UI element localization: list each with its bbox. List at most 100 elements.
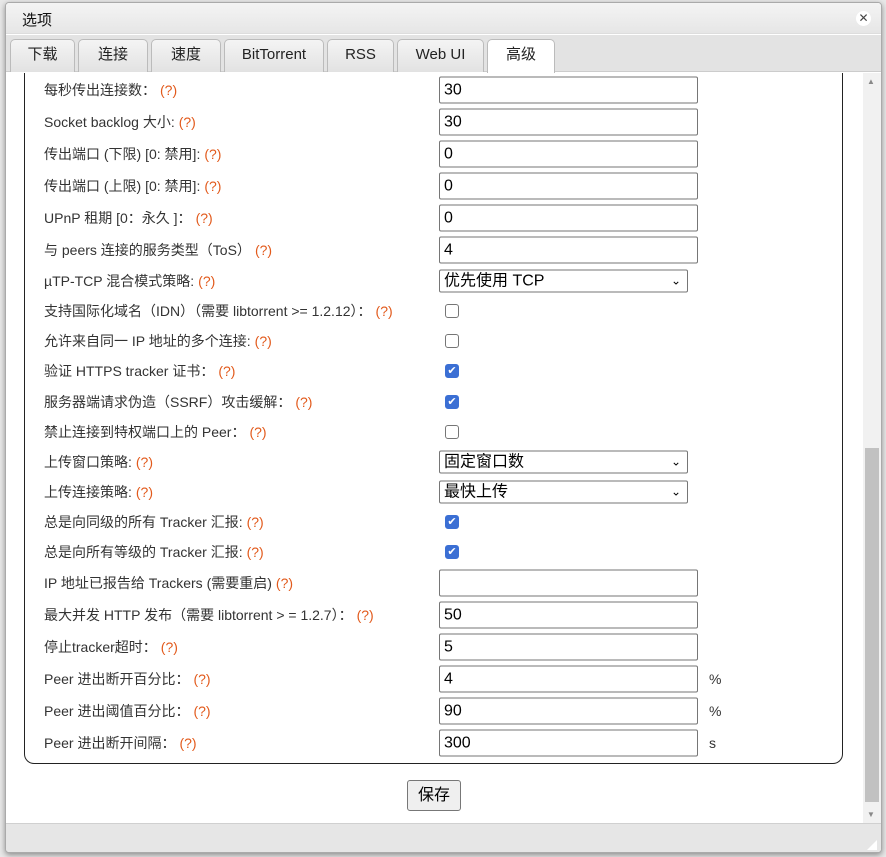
setting-row: 服务器端请求伪造（SSRF）攻击缓解： (?) ✔	[44, 387, 804, 417]
resize-grip-icon[interactable]	[867, 840, 877, 850]
setting-checkbox[interactable]: ✔	[445, 545, 459, 560]
select-value: 固定窗口数	[444, 453, 525, 471]
help-link[interactable]: (?)	[295, 394, 312, 410]
setting-label: Socket backlog 大小: (?)	[44, 112, 196, 132]
help-link[interactable]: (?)	[198, 273, 215, 289]
help-link[interactable]: (?)	[249, 424, 266, 440]
setting-row: Socket backlog 大小: (?)	[44, 106, 804, 138]
close-icon[interactable]: ✕	[856, 11, 871, 26]
setting-input[interactable]	[439, 665, 698, 693]
setting-input[interactable]	[439, 601, 698, 629]
scrollbar-thumb[interactable]	[865, 448, 879, 802]
chevron-down-icon: ⌄	[670, 484, 681, 499]
dialog-title: 选项	[22, 12, 53, 29]
tab-download[interactable]: 下载	[10, 39, 75, 72]
help-link[interactable]: (?)	[357, 607, 374, 623]
setting-label-text: 总是向同级的所有 Tracker 汇报:	[44, 513, 243, 530]
setting-label: 停止tracker超时： (?)	[44, 637, 178, 657]
help-link[interactable]: (?)	[179, 735, 196, 751]
setting-row: Peer 进出断开间隔：(?) s	[44, 727, 804, 759]
setting-label-text: µTP-TCP 混合模式策略:	[44, 272, 195, 289]
help-link[interactable]: (?)	[196, 210, 213, 226]
help-link[interactable]: (?)	[204, 178, 221, 194]
save-button[interactable]: 保存	[407, 780, 461, 811]
setting-checkbox[interactable]: ✔	[445, 514, 459, 529]
scroll-up-arrow-icon[interactable]: ▲	[867, 77, 875, 86]
chevron-down-icon: ⌄	[670, 454, 681, 469]
setting-row: µTP-TCP 混合模式策略: (?) 优先使用 TCP ⌄	[44, 266, 804, 296]
setting-select[interactable]: 最快上传 ⌄	[439, 480, 688, 504]
setting-row: IP 地址已报告给 Trackers (需要重启) (?)	[44, 567, 804, 599]
setting-input[interactable]	[439, 76, 698, 104]
setting-field	[439, 633, 698, 661]
help-link[interactable]: (?)	[218, 363, 235, 379]
advanced-settings-panel: 每秒传出连接数：(?)Socket backlog 大小:(?)传出端口 (下限…	[6, 73, 862, 823]
help-link[interactable]: (?)	[193, 671, 210, 687]
help-link[interactable]: (?)	[160, 82, 177, 98]
help-link[interactable]: (?)	[136, 454, 153, 470]
dialog-titlebar[interactable]: 选项 ✕	[6, 3, 881, 34]
setting-input[interactable]	[439, 172, 698, 200]
setting-select[interactable]: 优先使用 TCP ⌄	[439, 269, 688, 293]
help-link[interactable]: (?)	[204, 146, 221, 162]
select-value: 最快上传	[444, 483, 509, 501]
setting-label-text: Peer 进出断开间隔：	[44, 735, 176, 752]
tab-rss[interactable]: RSS	[327, 39, 394, 72]
setting-label: 上传连接策略: (?)	[44, 482, 153, 502]
setting-checkbox[interactable]	[445, 334, 459, 349]
setting-checkbox[interactable]	[445, 303, 459, 318]
setting-label-text: 每秒传出连接数：	[44, 82, 156, 98]
setting-row: 与 peers 连接的服务类型（ToS） (?)	[44, 234, 804, 266]
setting-input[interactable]	[439, 569, 698, 597]
scroll-down-arrow-icon[interactable]: ▼	[867, 810, 875, 819]
setting-label: 总是向所有等级的 Tracker 汇报: (?)	[44, 542, 264, 562]
setting-field	[439, 204, 698, 232]
setting-checkbox[interactable]	[445, 425, 459, 440]
tab-advanced[interactable]: 高级	[487, 39, 555, 73]
setting-field: ✔	[439, 545, 459, 560]
setting-input[interactable]	[439, 633, 698, 661]
help-link[interactable]: (?)	[179, 114, 196, 130]
setting-row: 最大并发 HTTP 发布（需要 libtorrent > = 1.2.7）： (?…	[44, 599, 804, 631]
scrollbar[interactable]: ▲ ▼	[863, 73, 881, 823]
help-link[interactable]: (?)	[247, 514, 264, 530]
setting-label: Peer 进出阈值百分比： (?)	[44, 701, 211, 721]
setting-input[interactable]	[439, 108, 698, 136]
setting-label: Peer 进出断开百分比： (?)	[44, 669, 211, 689]
setting-label: 传出端口 (上限) [0: 禁用]: (?)	[44, 176, 221, 196]
setting-checkbox[interactable]: ✔	[445, 394, 459, 409]
setting-label-text: Peer 进出断开百分比：	[44, 671, 190, 688]
help-link[interactable]: (?)	[161, 639, 178, 655]
setting-input[interactable]	[439, 236, 698, 264]
setting-label: 服务器端请求伪造（SSRF）攻击缓解： (?)	[44, 392, 312, 412]
tab-speed[interactable]: 速度	[151, 39, 221, 72]
help-link[interactable]: (?)	[255, 242, 272, 258]
tab-webui[interactable]: Web UI	[397, 39, 484, 72]
help-link[interactable]: (?)	[255, 333, 272, 349]
setting-label: µTP-TCP 混合模式策略: (?)	[44, 271, 215, 291]
setting-field: 固定窗口数 ⌄	[439, 450, 688, 474]
tab-bar: 下载 连接 速度 BitTorrent RSS Web UI 高级	[6, 35, 881, 73]
dialog-footer	[6, 823, 881, 852]
setting-row: 禁止连接到特权端口上的 Peer： (?)	[44, 417, 804, 447]
tab-bittorrent[interactable]: BitTorrent	[224, 39, 324, 72]
help-link[interactable]: (?)	[247, 544, 264, 560]
setting-input[interactable]	[439, 204, 698, 232]
setting-input[interactable]	[439, 697, 698, 725]
help-link[interactable]: (?)	[276, 575, 293, 591]
setting-row: Peer 进出断开百分比：(?)%	[44, 663, 804, 695]
help-link[interactable]: (?)	[136, 484, 153, 500]
chevron-down-icon: ⌄	[670, 273, 681, 288]
setting-row: 停止tracker超时： (?)	[44, 631, 804, 663]
setting-row: 总是向所有等级的 Tracker 汇报: (?) ✔	[44, 537, 804, 567]
setting-input[interactable]	[439, 140, 698, 168]
setting-checkbox[interactable]: ✔	[445, 364, 459, 379]
setting-label: Peer 进出断开间隔： (?)	[44, 733, 197, 753]
tab-connection[interactable]: 连接	[78, 39, 148, 72]
setting-row: 验证 HTTPS tracker 证书： (?) ✔	[44, 356, 804, 386]
help-link[interactable]: (?)	[193, 703, 210, 719]
setting-select[interactable]: 固定窗口数 ⌄	[439, 450, 688, 474]
help-link[interactable]: (?)	[376, 303, 393, 319]
setting-field	[439, 108, 698, 136]
setting-input[interactable]	[439, 729, 698, 757]
